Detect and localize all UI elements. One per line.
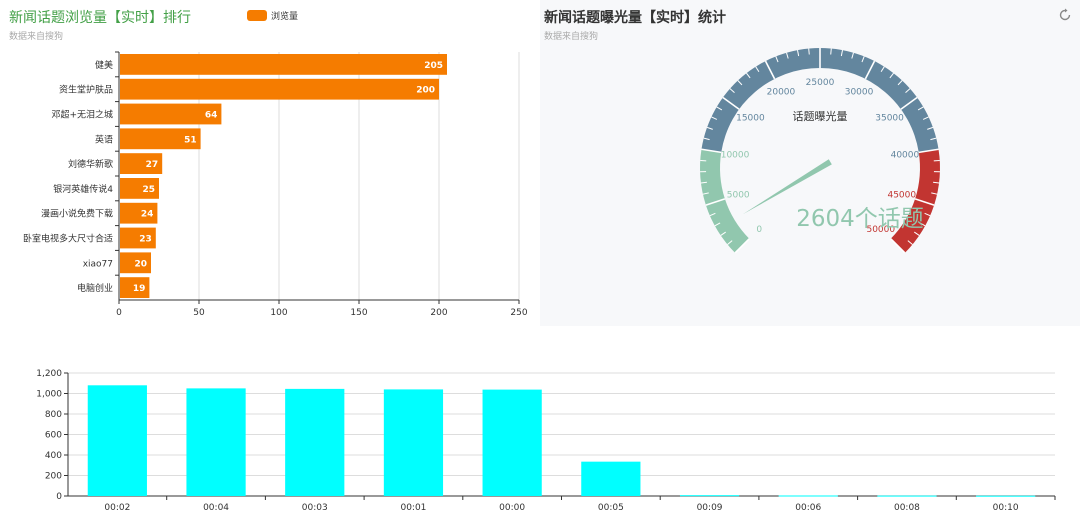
- gauge-tick-label: 30000: [845, 87, 874, 97]
- x-tick-label: 150: [350, 308, 367, 318]
- gauge-tick-label: 35000: [875, 113, 904, 123]
- category-label: 电脑创业: [77, 282, 113, 294]
- x-tick-label: 200: [430, 308, 447, 318]
- horizontal-bar-chart: 0 50 100 150 200 250 19 电脑创业 20 xiao77 23 卧室电视多大尺寸合…: [23, 51, 528, 318]
- y-tick-label: 1,000: [36, 390, 62, 400]
- gauge-tick-label: 45000: [887, 191, 916, 201]
- x-tick-label: 00:00: [499, 503, 525, 513]
- gauge-band: [890, 149, 940, 253]
- column-bar[interactable]: [581, 461, 641, 496]
- category-label: 刘德华新歌: [68, 158, 113, 170]
- column-bar[interactable]: [976, 495, 1036, 497]
- column-bar[interactable]: [285, 388, 345, 496]
- x-tick-label: 00:09: [697, 503, 723, 513]
- category-label: 卧室电视多大尺寸合适: [23, 233, 113, 245]
- column-bar[interactable]: [778, 495, 838, 497]
- x-tick-label: 50: [193, 308, 205, 318]
- column-bar[interactable]: [679, 495, 740, 497]
- gauge-value-text: 2604个话题: [796, 206, 924, 232]
- y-tick-label: 1,200: [36, 369, 62, 379]
- column-bar[interactable]: [482, 389, 542, 496]
- x-tick-label: 0: [116, 308, 122, 318]
- column-bar[interactable]: [186, 388, 246, 496]
- bar-chart-panel: 新闻话题浏览量【实时】排行 数据来自搜狗 浏览量 0 50 100 150 200 250…: [0, 0, 540, 330]
- bar-value-label: 25: [142, 185, 155, 195]
- x-tick-label: 100: [270, 308, 287, 318]
- x-tick-label: 00:06: [795, 503, 821, 513]
- x-tick-label: 00:05: [598, 503, 624, 513]
- y-tick-label: 200: [45, 472, 62, 482]
- category-label: 资生堂护肤品: [59, 84, 113, 96]
- bar-value-label: 200: [416, 86, 435, 96]
- column-bar[interactable]: [877, 495, 937, 497]
- gauge-tick-label: 0: [756, 225, 762, 235]
- y-tick-label: 800: [45, 410, 62, 420]
- category-label: 漫画小说免费下载: [41, 208, 113, 220]
- column-bar[interactable]: [87, 385, 147, 496]
- bar-value-label: 24: [141, 210, 154, 220]
- x-tick-label: 00:02: [104, 503, 130, 513]
- x-tick-label: 00:04: [203, 503, 229, 513]
- gauge-tick-label: 10000: [721, 151, 750, 161]
- x-tick-label: 00:08: [894, 503, 920, 513]
- category-label: 健美: [95, 59, 113, 71]
- gauge-band: [700, 149, 750, 253]
- category-label: 银河英雄传说4: [53, 183, 113, 195]
- bar-value-label: 51: [184, 135, 197, 145]
- gauge-tick-label: 25000: [806, 78, 835, 88]
- gauge-minor-tick: [830, 48, 832, 55]
- gauge-tick-label: 40000: [891, 151, 920, 161]
- bar-value-label: 27: [146, 160, 159, 170]
- bar[interactable]: [120, 54, 447, 75]
- y-tick-label: 400: [45, 451, 62, 461]
- bar-value-label: 205: [424, 61, 443, 71]
- column-chart: 0 200 400 600 800 1,000 1,200 00:02 00:04 00:03 00…: [36, 369, 1056, 513]
- gauge-chart: 0 5000 10000 15000 20000 25000 30000 35000 40000…: [700, 47, 940, 254]
- gauge-tick-label: 15000: [736, 113, 765, 123]
- x-tick-label: 00:10: [993, 503, 1019, 513]
- gauge-tick-label: 20000: [767, 87, 796, 97]
- category-label: xiao77: [83, 259, 113, 269]
- category-label: 英语: [95, 133, 113, 145]
- column-bar[interactable]: [383, 389, 444, 496]
- bar[interactable]: [120, 78, 439, 100]
- bar-value-label: 19: [133, 284, 146, 294]
- category-label: 邓超+无泪之城: [51, 109, 113, 121]
- column-chart-panel: 0 200 400 600 800 1,000 1,200 00:02 00:04 00:03 00…: [0, 355, 1080, 517]
- bar-value-label: 23: [139, 235, 152, 245]
- gauge-minor-tick: [808, 48, 810, 55]
- x-tick-label: 00:03: [302, 503, 328, 513]
- x-tick-label: 00:01: [400, 503, 426, 513]
- gauge-panel: 新闻话题曝光量【实时】统计 数据来自搜狗 0 5000 10000 15000 2000…: [540, 0, 1080, 326]
- gauge-tick-label: 5000: [727, 191, 750, 201]
- x-tick-label: 250: [510, 308, 527, 318]
- y-tick-label: 600: [45, 431, 62, 441]
- bar-value-label: 64: [205, 111, 218, 121]
- bar-value-label: 20: [134, 259, 147, 269]
- y-tick-label: 0: [56, 492, 62, 502]
- gauge-label: 话题曝光量: [793, 109, 848, 123]
